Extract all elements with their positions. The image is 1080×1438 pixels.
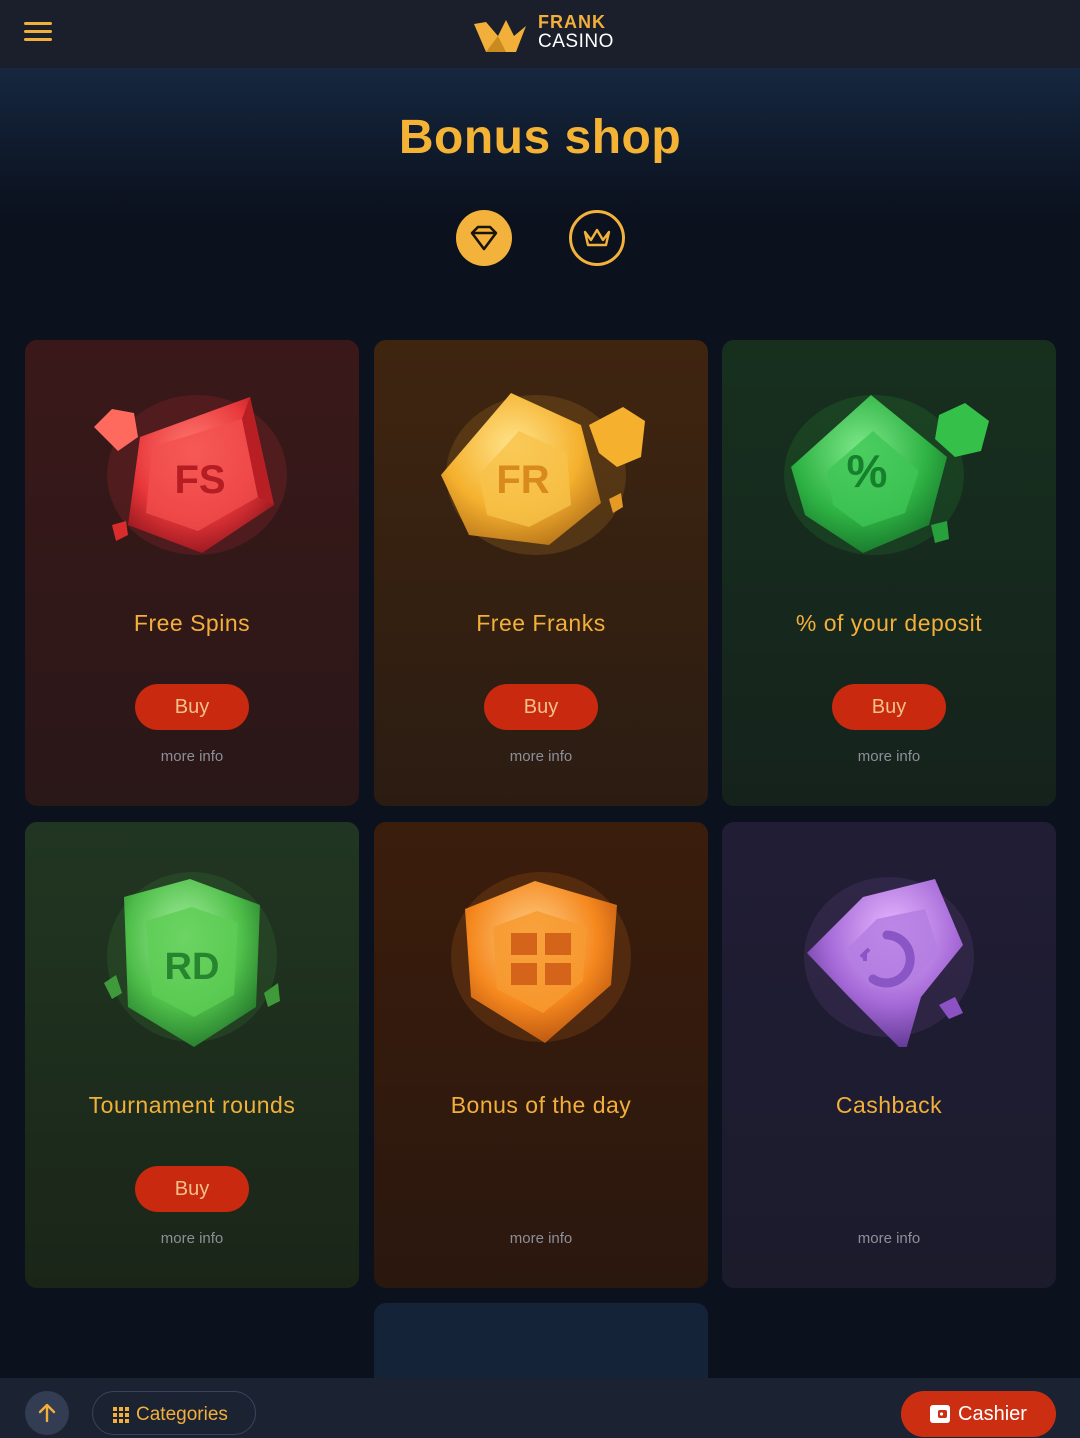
- green-crystal-gem-icon: RD: [104, 872, 280, 1047]
- scroll-to-top-button[interactable]: [25, 1391, 69, 1435]
- frank-casino-logo[interactable]: FRANK CASINO: [472, 10, 632, 58]
- logo-text-casino: CASINO: [538, 31, 614, 52]
- bonus-card-deposit-percent: % % of your deposit Buy more info: [722, 340, 1056, 806]
- tab-crown[interactable]: [569, 210, 625, 266]
- bottom-bar: Categories Cashier: [0, 1378, 1080, 1438]
- diamond-icon: [470, 225, 498, 251]
- gem-label: FR: [496, 458, 549, 502]
- green-gem-icon: %: [784, 395, 989, 555]
- bonus-card-free-spins: FS Free Spins Buy more info: [25, 340, 359, 806]
- gem-label: FS: [174, 458, 225, 502]
- more-info-link[interactable]: more info: [374, 748, 708, 765]
- card-title: % of your deposit: [795, 610, 983, 636]
- crown-icon: [583, 228, 611, 247]
- bonus-card-tournament-rounds: RD Tournament rounds Buy more info: [25, 822, 359, 1288]
- cashier-button[interactable]: Cashier: [901, 1391, 1056, 1437]
- card-title: Free Franks: [476, 610, 606, 636]
- purple-gem-icon: [804, 877, 974, 1047]
- bonus-card-bonus-of-the-day: Bonus of the day more info: [374, 822, 708, 1288]
- gem-label: RD: [165, 946, 220, 988]
- crown-icon: [474, 20, 526, 52]
- yellow-gem-icon: FR: [441, 393, 645, 555]
- card-title: Cashback: [835, 1092, 943, 1118]
- bonus-card-free-franks: FR Free Franks Buy more info: [374, 340, 708, 806]
- buy-button[interactable]: Buy: [484, 684, 598, 730]
- more-info-link[interactable]: more info: [722, 1230, 1056, 1247]
- more-info-link[interactable]: more info: [722, 748, 1056, 765]
- grid-icon: [113, 1407, 129, 1423]
- cashier-label: Cashier: [958, 1403, 1027, 1425]
- card-title: Tournament rounds: [88, 1092, 296, 1118]
- orange-gem-icon: [451, 872, 631, 1043]
- card-title: Free Spins: [133, 610, 251, 636]
- categories-label: Categories: [136, 1404, 228, 1425]
- buy-button[interactable]: Buy: [135, 684, 249, 730]
- gem-label: %: [847, 445, 888, 497]
- logo-text-frank: FRANK: [538, 12, 606, 32]
- bonus-card-cashback: Cashback more info: [722, 822, 1056, 1288]
- top-bar: FRANK CASINO: [0, 0, 1080, 68]
- hamburger-menu-icon[interactable]: [18, 16, 60, 50]
- buy-button[interactable]: Buy: [135, 1166, 249, 1212]
- card-title: Bonus of the day: [450, 1092, 632, 1118]
- page-title: Bonus shop: [398, 111, 682, 164]
- more-info-link[interactable]: more info: [25, 1230, 359, 1247]
- buy-button[interactable]: Buy: [832, 684, 946, 730]
- arrow-up-icon: [38, 1403, 56, 1423]
- wallet-icon: [930, 1405, 950, 1423]
- categories-button[interactable]: Categories: [92, 1391, 256, 1435]
- more-info-link[interactable]: more info: [25, 748, 359, 765]
- more-info-link[interactable]: more info: [374, 1230, 708, 1247]
- red-gem-icon: FS: [94, 395, 287, 555]
- tab-gems[interactable]: [456, 210, 512, 266]
